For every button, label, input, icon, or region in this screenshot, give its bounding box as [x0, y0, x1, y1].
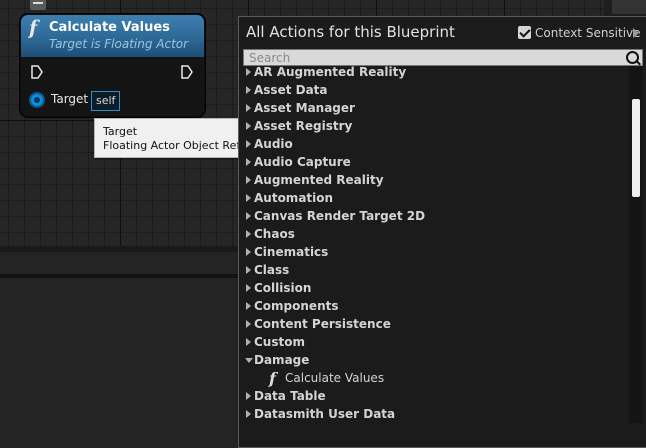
category-item[interactable]: Asset Manager: [239, 100, 629, 118]
category-item[interactable]: Canvas Render Target 2D: [239, 208, 629, 226]
expand-arrow-right-icon[interactable]: [246, 284, 251, 292]
category-label: Chaos: [254, 227, 295, 241]
category-item[interactable]: Data Table: [239, 388, 629, 406]
expand-arrow-right-icon[interactable]: [246, 266, 251, 274]
category-label: Augmented Reality: [254, 173, 384, 187]
expand-arrow-right-icon[interactable]: [246, 248, 251, 256]
category-label: Damage: [254, 353, 310, 367]
chevron-right-icon[interactable]: [633, 28, 639, 38]
category-item[interactable]: Damage: [239, 352, 629, 370]
comment-bubble-icon[interactable]: [30, 0, 46, 10]
function-icon: f: [269, 369, 276, 388]
function-icon: f: [29, 17, 38, 39]
category-item[interactable]: Augmented Reality: [239, 172, 629, 190]
expand-arrow-right-icon[interactable]: [246, 230, 251, 238]
category-label: Datasmith User Data: [254, 407, 396, 421]
expand-arrow-right-icon[interactable]: [246, 338, 251, 346]
target-self-value[interactable]: self: [91, 91, 121, 111]
expand-arrow-right-icon[interactable]: [246, 104, 251, 112]
tooltip-title: Target: [103, 125, 138, 138]
expand-arrow-right-icon[interactable]: [246, 176, 251, 184]
category-label: Asset Registry: [254, 119, 353, 133]
category-item[interactable]: Chaos: [239, 226, 629, 244]
category-label: Data Table: [254, 389, 326, 403]
category-label: AR Augmented Reality: [254, 66, 407, 79]
category-item[interactable]: Audio: [239, 136, 629, 154]
category-label: Asset Manager: [254, 101, 355, 115]
category-label: Audio Capture: [254, 155, 351, 169]
category-label: Components: [254, 299, 339, 313]
expand-arrow-down-icon[interactable]: [245, 358, 253, 363]
category-item[interactable]: Class: [239, 262, 629, 280]
expand-arrow-right-icon[interactable]: [246, 68, 251, 76]
category-item[interactable]: Collision: [239, 280, 629, 298]
exec-output-pin-icon[interactable]: [181, 65, 193, 79]
expand-arrow-right-icon[interactable]: [246, 194, 251, 202]
action-menu-title: All Actions for this Blueprint: [246, 23, 455, 41]
search-icon[interactable]: [626, 51, 639, 64]
category-item[interactable]: Audio Capture: [239, 154, 629, 172]
action-item-label: Calculate Values: [285, 371, 385, 385]
category-label: Audio: [254, 137, 293, 151]
category-item[interactable]: Content Persistence: [239, 316, 629, 334]
exec-input-pin-icon[interactable]: [31, 65, 43, 79]
expand-arrow-right-icon[interactable]: [246, 122, 251, 130]
category-label: Asset Data: [254, 83, 328, 97]
context-sensitive-label[interactable]: Context Sensitive: [535, 26, 641, 40]
node-subtitle: Target is Floating Actor: [49, 37, 189, 51]
category-item[interactable]: Cinematics: [239, 244, 629, 262]
expand-arrow-right-icon[interactable]: [246, 140, 251, 148]
category-item[interactable]: Datasmith User Data: [239, 406, 629, 423]
node-header[interactable]: f Calculate Values Target is Floating Ac…: [21, 15, 204, 57]
category-item[interactable]: Custom: [239, 334, 629, 352]
category-label: Custom: [254, 335, 305, 349]
action-list[interactable]: AR Augmented Reality Asset Data Asset Mana…: [239, 66, 629, 423]
function-node-calculate-values[interactable]: f Calculate Values Target is Floating Ac…: [20, 14, 205, 117]
category-label: Cinematics: [254, 245, 329, 259]
search-box[interactable]: [243, 49, 643, 66]
category-label: Automation: [254, 191, 334, 205]
search-input[interactable]: [244, 50, 629, 65]
context-sensitive-checkbox[interactable]: [518, 26, 531, 39]
category-item[interactable]: Asset Data: [239, 82, 629, 100]
category-label: Canvas Render Target 2D: [254, 209, 426, 223]
expand-arrow-right-icon[interactable]: [246, 212, 251, 220]
expand-arrow-right-icon[interactable]: [246, 86, 251, 94]
category-label: Collision: [254, 281, 312, 295]
expand-arrow-right-icon[interactable]: [246, 410, 251, 418]
expand-arrow-right-icon[interactable]: [246, 158, 251, 166]
expand-arrow-right-icon[interactable]: [246, 392, 251, 400]
category-item[interactable]: AR Augmented Reality: [239, 66, 629, 82]
category-label: Content Persistence: [254, 317, 391, 331]
category-item[interactable]: Automation: [239, 190, 629, 208]
right-panel-top-bar: [612, 0, 646, 14]
target-pin-label: Target: [51, 92, 89, 106]
action-item[interactable]: f Calculate Values: [239, 369, 629, 388]
action-list-scrollbar[interactable]: [629, 66, 643, 423]
scrollbar-thumb[interactable]: [632, 99, 640, 197]
action-menu[interactable]: All Actions for this Blueprint Context S…: [238, 16, 646, 448]
category-label: Class: [254, 263, 290, 277]
expand-arrow-right-icon[interactable]: [246, 320, 251, 328]
expand-arrow-right-icon[interactable]: [246, 302, 251, 310]
node-title: Calculate Values: [49, 20, 170, 35]
category-item[interactable]: Asset Registry: [239, 118, 629, 136]
category-item[interactable]: Components: [239, 298, 629, 316]
target-object-pin-icon[interactable]: [31, 94, 43, 106]
